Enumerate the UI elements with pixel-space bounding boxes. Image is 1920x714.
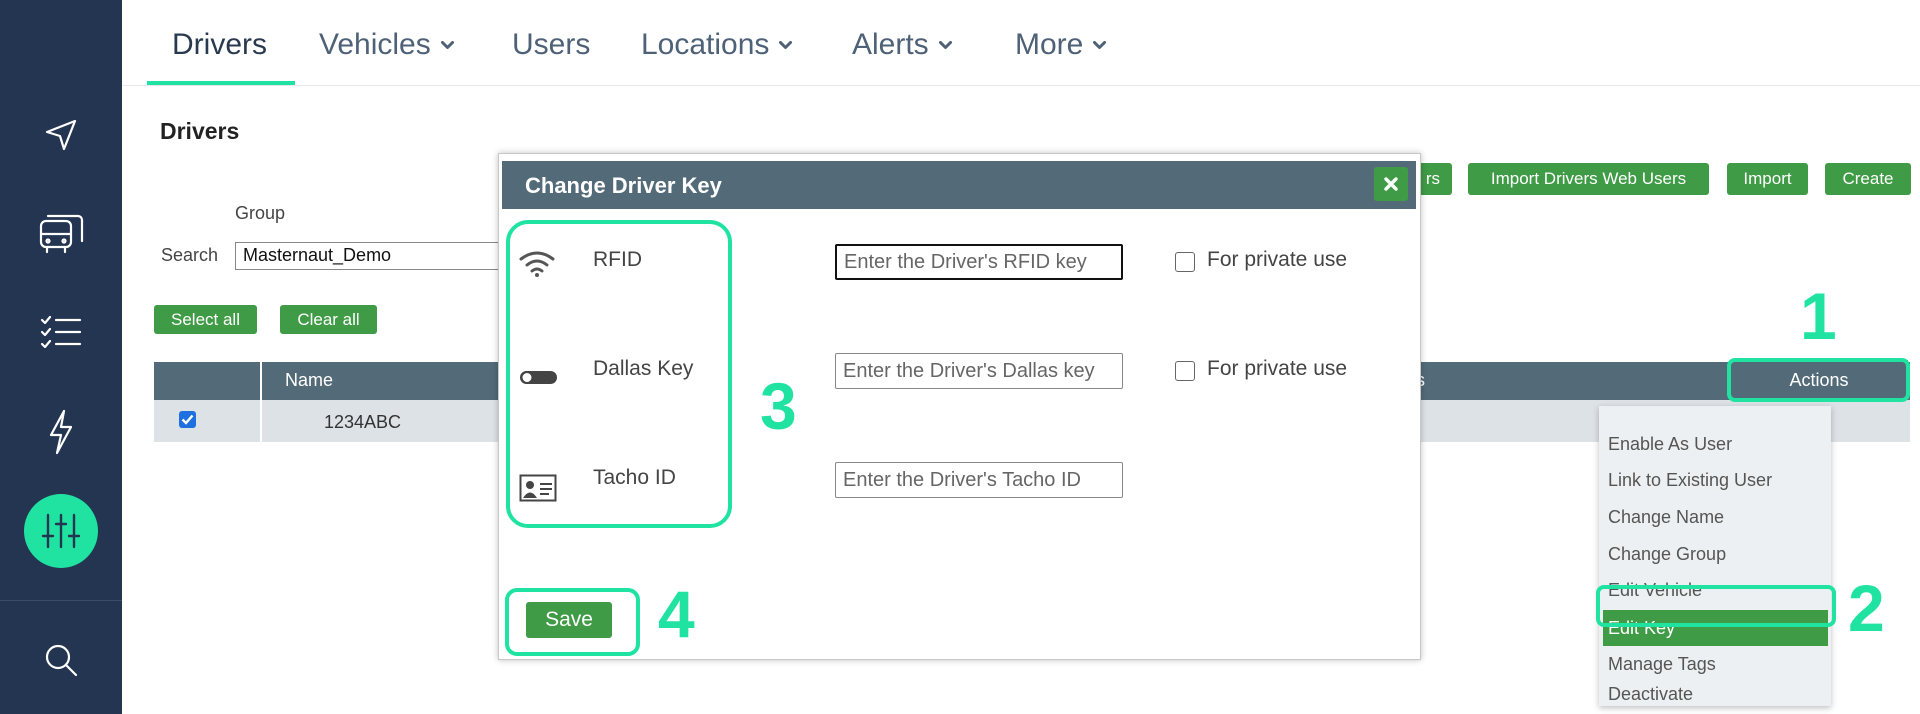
tab-users[interactable]: Users	[512, 28, 590, 62]
create-button[interactable]: Create	[1825, 163, 1911, 195]
sidebar	[0, 0, 122, 714]
close-button[interactable]	[1374, 167, 1408, 201]
bus-icon[interactable]	[0, 204, 122, 264]
step-number-2: 2	[1848, 571, 1885, 645]
menu-item-deactivate[interactable]: Deactivate	[1599, 683, 1831, 705]
tab-more-label: More	[1015, 28, 1084, 61]
callout-save	[505, 588, 640, 656]
row-name-cell: 1234ABC	[324, 412, 402, 432]
rfid-input[interactable]	[835, 244, 1123, 280]
search-icon[interactable]	[0, 630, 122, 690]
search-label: Search	[161, 245, 219, 265]
import-button[interactable]: Import	[1727, 163, 1808, 195]
tab-locations-label: Locations	[641, 28, 770, 61]
row-checkbox[interactable]	[179, 411, 196, 428]
navigation-arrow-icon[interactable]	[0, 105, 122, 165]
menu-item-change-group[interactable]: Change Group	[1599, 536, 1831, 572]
tacho-id-input[interactable]	[835, 462, 1123, 498]
dallas-private-label: For private use	[1207, 357, 1348, 380]
tab-vehicles[interactable]: Vehicles	[319, 28, 454, 62]
step-number-4: 4	[658, 577, 695, 651]
rfid-private-checkbox[interactable]	[1175, 252, 1195, 272]
clear-all-button[interactable]: Clear all	[280, 305, 377, 334]
rfid-private-label: For private use	[1207, 248, 1348, 271]
search-input[interactable]: Masternaut_Demo	[235, 242, 505, 270]
column-divider	[260, 362, 262, 442]
menu-item-manage-tags[interactable]: Manage Tags	[1599, 646, 1831, 682]
tab-vehicles-label: Vehicles	[319, 28, 431, 61]
chevron-down-icon	[1093, 40, 1107, 49]
lightning-icon[interactable]	[0, 402, 122, 462]
menu-item-link-existing-user[interactable]: Link to Existing User	[1599, 462, 1831, 498]
callout-key-fields	[506, 220, 732, 528]
dallas-private-checkbox[interactable]	[1175, 361, 1195, 381]
checklist-icon[interactable]	[0, 302, 122, 362]
chevron-down-icon	[779, 40, 793, 49]
step-number-3: 3	[760, 369, 797, 443]
dallas-key-input[interactable]	[835, 353, 1123, 389]
tab-drivers-label: Drivers	[172, 28, 267, 61]
import-web-users-button[interactable]: Import Drivers Web Users	[1468, 163, 1709, 195]
tab-more[interactable]: More	[1015, 28, 1107, 62]
group-label: Group	[235, 203, 286, 223]
callout-edit-key	[1596, 585, 1836, 627]
tab-users-label: Users	[512, 28, 591, 61]
tab-drivers[interactable]: Drivers	[172, 28, 267, 62]
modal-title: Change Driver Key	[525, 173, 722, 198]
tab-alerts-label: Alerts	[852, 28, 929, 61]
chevron-down-icon	[938, 40, 952, 49]
column-header-name[interactable]: Name	[285, 370, 333, 391]
menu-item-change-name[interactable]: Change Name	[1599, 499, 1831, 535]
page-title: Drivers	[160, 118, 240, 144]
top-nav: Drivers Vehicles Users Locations Alerts …	[122, 0, 1920, 86]
tab-alerts[interactable]: Alerts	[852, 28, 952, 62]
sliders-icon[interactable]	[24, 494, 98, 568]
select-all-button[interactable]: Select all	[154, 305, 257, 334]
close-icon	[1384, 177, 1398, 191]
step-number-1: 1	[1800, 279, 1837, 353]
chevron-down-icon	[440, 40, 454, 49]
callout-actions	[1727, 358, 1910, 402]
menu-item-enable-as-user[interactable]: Enable As User	[1599, 426, 1831, 462]
active-tab-underline	[147, 81, 295, 85]
tab-locations[interactable]: Locations	[641, 28, 793, 62]
app-root: Drivers Vehicles Users Locations Alerts …	[0, 0, 1920, 714]
sidebar-divider	[0, 600, 122, 601]
checkmark-icon	[181, 414, 194, 425]
actions-dropdown: Enable As User Link to Existing User Cha…	[1599, 406, 1831, 706]
